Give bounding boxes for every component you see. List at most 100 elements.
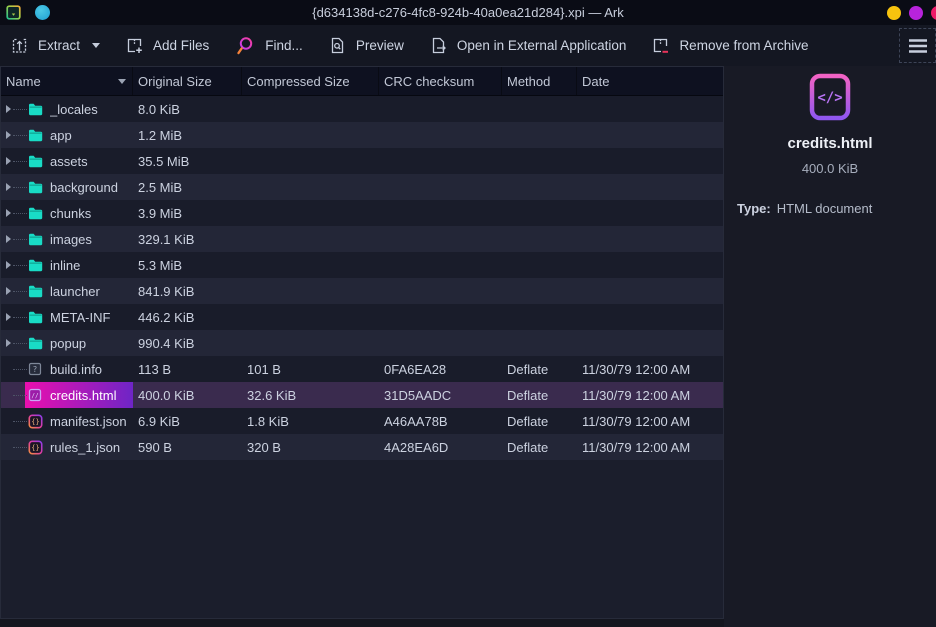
cell-original-size: 400.0 KiB (133, 382, 242, 408)
expand-arrow-icon[interactable] (6, 157, 11, 165)
open-external-label: Open in External Application (457, 38, 627, 53)
table-row[interactable]: inline5.3 MiB (1, 252, 723, 278)
tree-connector (13, 317, 27, 318)
column-header-date[interactable]: Date (577, 67, 723, 95)
hamburger-icon (908, 38, 928, 54)
column-header-original-size[interactable]: Original Size (133, 67, 242, 95)
entry-name: _locales (50, 102, 98, 117)
table-row[interactable]: launcher841.9 KiB (1, 278, 723, 304)
tree-indent (1, 304, 25, 330)
cell-original-size: 113 B (133, 356, 242, 382)
cell-method (502, 252, 577, 278)
close-button[interactable] (931, 6, 936, 20)
tree-connector (13, 161, 27, 162)
cell-compressed-size (242, 122, 379, 148)
titlebar: {d634138d-c276-4fc8-924b-40a0ea21d284}.x… (0, 0, 936, 25)
extract-button[interactable]: Extract (10, 36, 100, 55)
expand-arrow-icon[interactable] (6, 261, 11, 269)
cell-name: chunks (1, 200, 133, 226)
column-header-name[interactable]: Name (1, 67, 133, 95)
cell-date: 11/30/79 12:00 AM (577, 434, 723, 460)
cell-date (577, 200, 723, 226)
expand-arrow-icon[interactable] (6, 235, 11, 243)
tree-connector (13, 109, 27, 110)
table-row[interactable]: _locales8.0 KiB (1, 96, 723, 122)
entry-name: popup (50, 336, 86, 351)
cell-name: ?build.info (1, 356, 133, 382)
expand-arrow-icon[interactable] (6, 287, 11, 295)
remove-from-archive-button[interactable]: Remove from Archive (651, 36, 808, 55)
folder-icon (28, 337, 43, 350)
column-header-compressed-size[interactable]: Compressed Size (242, 67, 379, 95)
tree-indent (1, 382, 25, 408)
cell-compressed-size (242, 252, 379, 278)
tree-indent (1, 356, 25, 382)
cell-crc-checksum (379, 226, 502, 252)
folder-icon (28, 155, 43, 168)
table-row[interactable]: images 329.1 KiB (1, 226, 723, 252)
table-row[interactable]: background2.5 MiB (1, 174, 723, 200)
table-row[interactable]: {}manifest.json6.9 KiB1.8 KiBA46AA78BDef… (1, 408, 723, 434)
cell-name: {}rules_1.json (1, 434, 133, 460)
preview-label: Preview (356, 38, 404, 53)
cell-original-size: 990.4 KiB (133, 330, 242, 356)
tree-connector (13, 343, 27, 344)
table-row[interactable]: {}rules_1.json590 B320 B4A28EA6DDeflate1… (1, 434, 723, 460)
expand-arrow-icon[interactable] (6, 339, 11, 347)
cell-name: _locales (1, 96, 133, 122)
folder-icon (28, 103, 43, 116)
svg-text://: // (31, 393, 39, 400)
cell-crc-checksum: A46AA78B (379, 408, 502, 434)
cell-original-size: 329.1 KiB (133, 226, 242, 252)
table-row[interactable]: ?build.info113 B101 B0FA6EA28Deflate11/3… (1, 356, 723, 382)
cell-method: Deflate (502, 434, 577, 460)
cell-compressed-size: 101 B (242, 356, 379, 382)
table-row[interactable]: //credits.html400.0 KiB32.6 KiB31D5AADCD… (1, 382, 723, 408)
type-value: HTML document (777, 201, 873, 216)
minimize-button[interactable] (887, 6, 901, 20)
column-header-crc-checksum[interactable]: CRC checksum (379, 67, 502, 95)
tree-indent (1, 278, 25, 304)
folder-icon (28, 259, 43, 272)
maximize-button[interactable] (909, 6, 923, 20)
table-row[interactable]: popup 990.4 KiB (1, 330, 723, 356)
cell-crc-checksum: 0FA6EA28 (379, 356, 502, 382)
cell-name: background (1, 174, 133, 200)
add-files-button[interactable]: Add Files (125, 36, 209, 55)
expand-arrow-icon[interactable] (6, 131, 11, 139)
cell-compressed-size: 320 B (242, 434, 379, 460)
expand-arrow-icon[interactable] (6, 105, 11, 113)
table-row[interactable]: chunks3.9 MiB (1, 200, 723, 226)
preview-button[interactable]: Preview (328, 36, 404, 55)
table-row[interactable]: assets35.5 MiB (1, 148, 723, 174)
cell-method (502, 122, 577, 148)
cell-original-size: 1.2 MiB (133, 122, 242, 148)
cell-crc-checksum (379, 96, 502, 122)
menu-button[interactable] (899, 28, 936, 63)
html-document-icon: </> (805, 72, 855, 122)
folder-icon (28, 285, 43, 298)
expand-arrow-icon[interactable] (6, 183, 11, 191)
entry-name: rules_1.json (50, 440, 120, 455)
open-external-button[interactable]: Open in External Application (429, 36, 627, 55)
cell-name: app (1, 122, 133, 148)
window-bottom-strip (0, 619, 724, 627)
expand-arrow-icon[interactable] (6, 313, 11, 321)
column-header-method[interactable]: Method (502, 67, 577, 95)
remove-from-archive-label: Remove from Archive (679, 38, 808, 53)
entry-name: images (50, 232, 92, 247)
folder-icon (28, 181, 43, 194)
table-row[interactable]: app1.2 MiB (1, 122, 723, 148)
find-icon (234, 35, 256, 57)
table-row[interactable]: META-INF446.2 KiB (1, 304, 723, 330)
cell-name: popup (1, 330, 133, 356)
cell-compressed-size (242, 304, 379, 330)
add-files-label: Add Files (153, 38, 209, 53)
find-button[interactable]: Find... (234, 35, 303, 57)
cell-compressed-size (242, 148, 379, 174)
expand-arrow-icon[interactable] (6, 209, 11, 217)
cell-compressed-size (242, 226, 379, 252)
cell-crc-checksum (379, 304, 502, 330)
extract-dropdown-arrow-icon (92, 43, 100, 48)
preview-icon (328, 36, 347, 55)
